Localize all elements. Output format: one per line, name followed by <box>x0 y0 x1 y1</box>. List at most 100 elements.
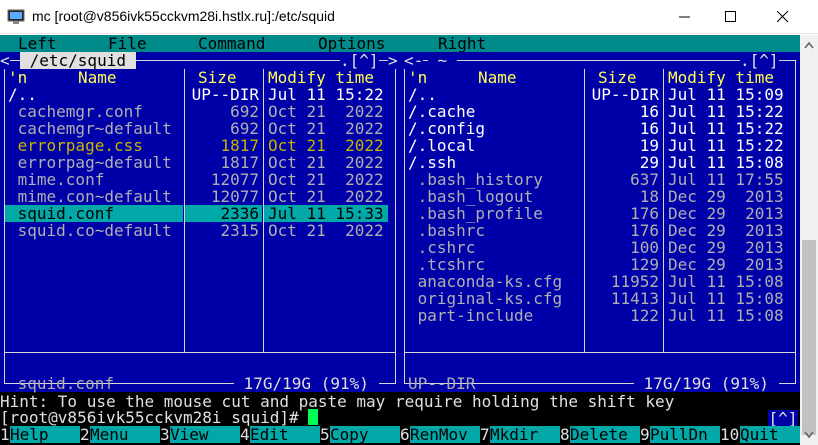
file-mtime: Oct 21 2022 <box>268 187 384 206</box>
right-panel-history[interactable]: .[^] <box>740 52 779 69</box>
fkey-number: 9 <box>640 425 650 444</box>
function-key-bar: 1 Help 2 Menu 3 View 4 Edit 5 Copy 6 RenMov 7 Mkdir 8 D… <box>0 426 800 443</box>
file-row[interactable]: .tcshrc 129 Dec 29 2013 <box>400 256 800 273</box>
scroll-down-icon[interactable] <box>804 431 814 439</box>
fkey-mkdir-button[interactable]: Mkdir <box>490 426 560 443</box>
scroll-thumb[interactable] <box>802 240 816 435</box>
minimize-button[interactable] <box>662 0 708 34</box>
vertical-scrollbar[interactable] <box>800 35 818 445</box>
fkey-renmov-button[interactable]: RenMov <box>410 426 480 443</box>
menu-file[interactable]: File <box>108 35 147 52</box>
file-name: .bash_logout <box>408 187 534 206</box>
file-row[interactable]: .bash_history 637 Jul 11 17:55 <box>400 171 800 188</box>
file-size: 11952 <box>610 272 659 291</box>
file-size: UP--DIR <box>591 85 659 104</box>
file-row[interactable]: cachemgr.conf 692 Oct 21 2022 <box>0 103 400 120</box>
sort-indicator[interactable]: 'n <box>408 69 427 86</box>
left-panel-path[interactable]: /etc/squid <box>20 52 136 69</box>
file-row[interactable]: /.. UP--DIR Jul 11 15:09 <box>400 86 800 103</box>
file-row[interactable]: squid.co~default 2315 Oct 21 2022 <box>0 222 400 239</box>
file-name: .bash_profile <box>408 204 543 223</box>
file-size: 122 <box>630 306 659 325</box>
scroll-up-icon[interactable] <box>804 41 814 49</box>
file-mtime: Oct 21 2022 <box>268 102 384 121</box>
menu-command[interactable]: Command <box>198 35 265 52</box>
file-size: 16 <box>639 102 659 121</box>
col-size-header[interactable]: Size <box>198 69 237 86</box>
sort-indicator[interactable]: 'n <box>8 69 27 86</box>
fkey-pulldn-button[interactable]: PullDn <box>650 426 720 443</box>
file-size: 11413 <box>610 289 659 308</box>
file-name: /.config <box>408 119 486 138</box>
mc-menubar: Left File Command Options Right <box>0 35 800 52</box>
left-panel-history[interactable]: .[^] <box>340 52 379 69</box>
text-cursor <box>308 409 319 425</box>
fkey-copy-button[interactable]: Copy <box>330 426 400 443</box>
file-name: .tcshrc <box>408 255 486 274</box>
file-size: 129 <box>630 255 659 274</box>
maximize-button[interactable] <box>708 0 754 34</box>
file-row[interactable]: anaconda-ks.cfg 11952 Jul 11 15:08 <box>400 273 800 290</box>
file-row[interactable]: /.. UP--DIR Jul 11 15:22 <box>0 86 400 103</box>
fkey-help-button[interactable]: Help <box>10 426 80 443</box>
file-mtime: Oct 21 2022 <box>268 153 384 172</box>
file-size: 100 <box>630 238 659 257</box>
col-size-header[interactable]: Size <box>598 69 637 86</box>
file-row[interactable]: cachemgr~default 692 Oct 21 2022 <box>0 120 400 137</box>
right-panel-arrow-left[interactable]: <- <box>404 52 424 69</box>
right-panel[interactable]: <- ~ .[^] 'n Name Size Modify time /.. UP… <box>400 52 800 392</box>
col-name-header[interactable]: Name <box>478 69 517 86</box>
file-row[interactable]: .bash_profile 176 Dec 29 2013 <box>400 205 800 222</box>
fkey-quit-button[interactable]: Quit <box>740 426 800 443</box>
putty-app-icon[interactable] <box>7 9 25 25</box>
right-panel-path[interactable]: ~ <box>428 52 457 69</box>
file-row[interactable]: /.local 19 Jul 11 15:22 <box>400 137 800 154</box>
fkey-delete-button[interactable]: Delete <box>570 426 640 443</box>
file-size: 29 <box>639 153 659 172</box>
file-name: .cshrc <box>408 238 476 257</box>
fkey-view-button[interactable]: View <box>170 426 240 443</box>
file-row[interactable]: errorpag~default 1817 Oct 21 2022 <box>0 154 400 171</box>
menu-right[interactable]: Right <box>438 35 486 52</box>
file-row[interactable]: mime.con~default 12077 Oct 21 2022 <box>0 188 400 205</box>
fkey-edit-button[interactable]: Edit <box>250 426 320 443</box>
left-panel[interactable]: < /etc/squid .[^] > 'n Name Size Modify … <box>0 52 400 392</box>
file-row[interactable]: /.cache 16 Jul 11 15:22 <box>400 103 800 120</box>
right-status-divider <box>404 352 796 353</box>
file-mtime: Jul 11 15:09 <box>668 85 784 104</box>
file-row[interactable]: original-ks.cfg 11413 Jul 11 15:08 <box>400 290 800 307</box>
file-row[interactable]: errorpage.css 1817 Oct 21 2022 <box>0 137 400 154</box>
col-name-header[interactable]: Name <box>78 69 117 86</box>
file-row[interactable]: .bash_logout 18 Dec 29 2013 <box>400 188 800 205</box>
left-panel-arrow-left[interactable]: < <box>0 52 10 69</box>
file-mtime: Jul 11 15:08 <box>668 153 784 172</box>
file-row[interactable]: .bashrc 176 Dec 29 2013 <box>400 222 800 239</box>
fkey-menu-button[interactable]: Menu <box>90 426 160 443</box>
file-row[interactable]: part-include 122 Jul 11 15:08 <box>400 307 800 324</box>
col-time-header[interactable]: Modify time <box>268 69 374 86</box>
close-button[interactable] <box>754 0 818 34</box>
file-row[interactable]: /.config 16 Jul 11 15:22 <box>400 120 800 137</box>
shell-prompt-line[interactable]: [root@v856ivk55cckvm28i squid]# <box>0 409 800 426</box>
file-mtime: Dec 29 2013 <box>668 187 784 206</box>
file-mtime: Oct 21 2022 <box>268 221 384 240</box>
file-row[interactable]: squid.conf 2336 Jul 11 15:33 <box>0 205 400 222</box>
file-size: 1817 <box>220 136 259 155</box>
file-name: part-include <box>408 306 534 325</box>
file-mtime: Jul 11 15:08 <box>668 306 784 325</box>
file-name: /.. <box>8 85 37 104</box>
shell-prompt[interactable]: [root@v856ivk55cckvm28i squid]# <box>0 409 319 426</box>
fkey-number: 4 <box>240 425 250 444</box>
file-row[interactable]: .cshrc 100 Dec 29 2013 <box>400 239 800 256</box>
col-time-header[interactable]: Modify time <box>668 69 774 86</box>
file-mtime: Dec 29 2013 <box>668 238 784 257</box>
file-size: 18 <box>639 187 659 206</box>
menu-options[interactable]: Options <box>318 35 385 52</box>
left-panel-arrow-right[interactable]: > <box>388 52 398 69</box>
terminal[interactable]: Left File Command Options Right < /etc/s… <box>0 35 800 445</box>
file-row[interactable]: mime.conf 12077 Oct 21 2022 <box>0 171 400 188</box>
maximize-icon <box>725 11 736 22</box>
file-size: 692 <box>230 119 259 138</box>
menu-left[interactable]: Left <box>18 35 57 52</box>
file-row[interactable]: /.ssh 29 Jul 11 15:08 <box>400 154 800 171</box>
